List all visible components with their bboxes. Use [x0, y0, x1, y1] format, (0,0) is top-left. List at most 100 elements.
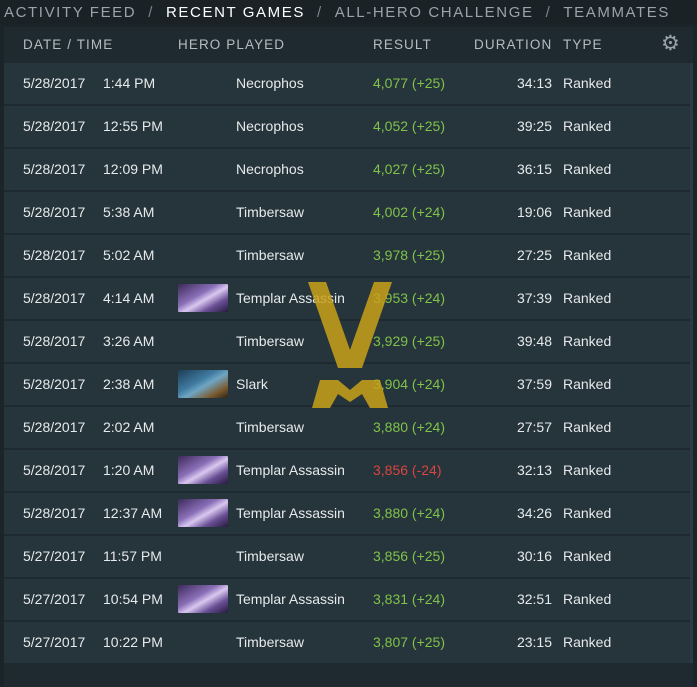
match-type: Ranked	[563, 118, 612, 134]
hero-portrait[interactable]	[178, 327, 228, 355]
match-result: 3,807 (+25)	[373, 634, 445, 650]
match-type: Ranked	[563, 505, 612, 521]
match-date: 5/27/2017	[23, 548, 86, 564]
column-header-result[interactable]: RESULT	[373, 37, 432, 52]
hero-name: Necrophos	[236, 75, 304, 91]
match-row[interactable]: 5/28/2017 3:26 AM Timbersaw 3,929 (+25) 39:4…	[4, 321, 693, 362]
hero-portrait[interactable]	[178, 284, 228, 312]
match-type: Ranked	[563, 548, 612, 564]
match-duration: 32:13	[516, 462, 552, 478]
tab-activity-feed[interactable]: ACTIVITY FEED	[4, 4, 136, 21]
match-row[interactable]: 5/28/2017 12:09 PM Necrophos 4,027 (+25) 36:…	[4, 149, 693, 190]
match-duration: 27:25	[516, 247, 552, 263]
match-result: 3,831 (+24)	[373, 591, 445, 607]
match-date: 5/28/2017	[23, 505, 86, 521]
match-type: Ranked	[563, 634, 612, 650]
match-date: 5/28/2017	[23, 376, 86, 392]
scrollbar[interactable]	[690, 63, 693, 663]
hero-portrait[interactable]	[178, 585, 228, 613]
tab-separator: /	[545, 3, 552, 21]
hero-name: Templar Assassin	[236, 505, 345, 521]
match-time: 2:38 AM	[103, 376, 155, 392]
match-row[interactable]: 5/27/2017 10:22 PM Timbersaw 3,807 (+25) 23:…	[4, 622, 693, 663]
match-duration: 27:57	[516, 419, 552, 435]
match-result: 3,856 (+25)	[373, 548, 445, 564]
match-date: 5/27/2017	[23, 634, 86, 650]
column-header-type[interactable]: TYPE	[563, 37, 603, 52]
match-row[interactable]: 5/28/2017 5:38 AM Timbersaw 4,002 (+24) 19:0…	[4, 192, 693, 233]
match-type: Ranked	[563, 290, 612, 306]
match-time: 10:54 PM	[103, 591, 163, 607]
match-row[interactable]: 5/28/2017 1:44 PM Necrophos 4,077 (+25) 34:1…	[4, 63, 693, 104]
match-type: Ranked	[563, 161, 612, 177]
match-time: 11:57 PM	[103, 548, 162, 564]
match-duration: 34:13	[516, 75, 552, 91]
column-header-hero[interactable]: HERO PLAYED	[178, 37, 285, 52]
match-time: 1:20 AM	[103, 462, 155, 478]
match-type: Ranked	[563, 591, 612, 607]
hero-portrait[interactable]	[178, 112, 228, 140]
gear-icon[interactable]: ⚙	[660, 33, 682, 55]
hero-portrait[interactable]	[178, 241, 228, 269]
match-time: 2:02 AM	[103, 419, 155, 435]
match-result: 4,002 (+24)	[373, 204, 445, 220]
column-header-date-time[interactable]: DATE / TIME	[23, 37, 113, 52]
hero-portrait[interactable]	[178, 413, 228, 441]
match-row[interactable]: 5/28/2017 12:37 AM Templar Assassin 3,880 (…	[4, 493, 693, 534]
hero-name: Necrophos	[236, 161, 304, 177]
match-date: 5/28/2017	[23, 247, 86, 263]
match-time: 12:55 PM	[103, 118, 163, 134]
match-time: 12:09 PM	[103, 161, 163, 177]
match-row[interactable]: 5/28/2017 2:38 AM Slark 3,904 (+24) 37:59 Ran…	[4, 364, 693, 405]
match-row[interactable]: 5/28/2017 12:55 PM Necrophos 4,052 (+25) 39:…	[4, 106, 693, 147]
match-date: 5/28/2017	[23, 118, 86, 134]
hero-name: Slark	[236, 376, 268, 392]
match-type: Ranked	[563, 204, 612, 220]
match-row[interactable]: 5/28/2017 4:14 AM Templar Assassin 3,953 (+…	[4, 278, 693, 319]
hero-portrait[interactable]	[178, 456, 228, 484]
hero-name: Templar Assassin	[236, 462, 345, 478]
match-result: 4,077 (+25)	[373, 75, 445, 91]
match-type: Ranked	[563, 419, 612, 435]
match-result: 3,880 (+24)	[373, 419, 445, 435]
hero-portrait[interactable]	[178, 69, 228, 97]
tab-all-hero-challenge[interactable]: ALL-HERO CHALLENGE	[335, 4, 534, 21]
tab-teammates[interactable]: TEAMMATES	[563, 4, 670, 21]
match-type: Ranked	[563, 333, 612, 349]
match-row[interactable]: 5/27/2017 10:54 PM Templar Assassin 3,831 (…	[4, 579, 693, 620]
match-duration: 30:16	[516, 548, 552, 564]
match-result: 3,929 (+25)	[373, 333, 445, 349]
profile-tabs: ACTIVITY FEED / RECENT GAMES / ALL-HERO …	[0, 0, 697, 24]
match-result: 4,052 (+25)	[373, 118, 445, 134]
match-row[interactable]: 5/28/2017 5:02 AM Timbersaw 3,978 (+25) 27:2…	[4, 235, 693, 276]
match-row[interactable]: 5/28/2017 1:20 AM Templar Assassin 3,856 (-…	[4, 450, 693, 491]
match-list: 5/28/2017 1:44 PM Necrophos 4,077 (+25) 34:1…	[4, 63, 693, 665]
hero-portrait[interactable]	[178, 370, 228, 398]
column-header-duration[interactable]: DURATION	[474, 37, 552, 52]
match-date: 5/28/2017	[23, 290, 86, 306]
tab-separator: /	[148, 3, 154, 21]
match-type: Ranked	[563, 247, 612, 263]
match-time: 3:26 AM	[103, 333, 155, 349]
recent-games-panel: DATE / TIME HERO PLAYED RESULT DURATION …	[4, 27, 693, 687]
match-time: 12:37 AM	[103, 505, 163, 521]
match-duration: 23:15	[516, 634, 552, 650]
hero-portrait[interactable]	[178, 155, 228, 183]
hero-portrait[interactable]	[178, 499, 228, 527]
match-row[interactable]: 5/28/2017 2:02 AM Timbersaw 3,880 (+24) 27:5…	[4, 407, 693, 448]
match-date: 5/27/2017	[23, 591, 86, 607]
hero-name: Templar Assassin	[236, 290, 345, 306]
hero-name: Timbersaw	[236, 634, 304, 650]
match-date: 5/28/2017	[23, 161, 86, 177]
match-result: 3,856 (-24)	[373, 462, 442, 478]
hero-portrait[interactable]	[178, 628, 228, 656]
hero-name: Timbersaw	[236, 419, 304, 435]
match-time: 1:44 PM	[103, 75, 156, 91]
hero-portrait[interactable]	[178, 198, 228, 226]
hero-portrait[interactable]	[178, 542, 228, 570]
hero-name: Timbersaw	[236, 247, 304, 263]
tab-recent-games[interactable]: RECENT GAMES	[166, 4, 305, 21]
match-time: 4:14 AM	[103, 290, 155, 306]
match-row[interactable]: 5/27/2017 11:57 PM Timbersaw 3,856 (+25) 30:…	[4, 536, 693, 577]
match-date: 5/28/2017	[23, 462, 86, 478]
